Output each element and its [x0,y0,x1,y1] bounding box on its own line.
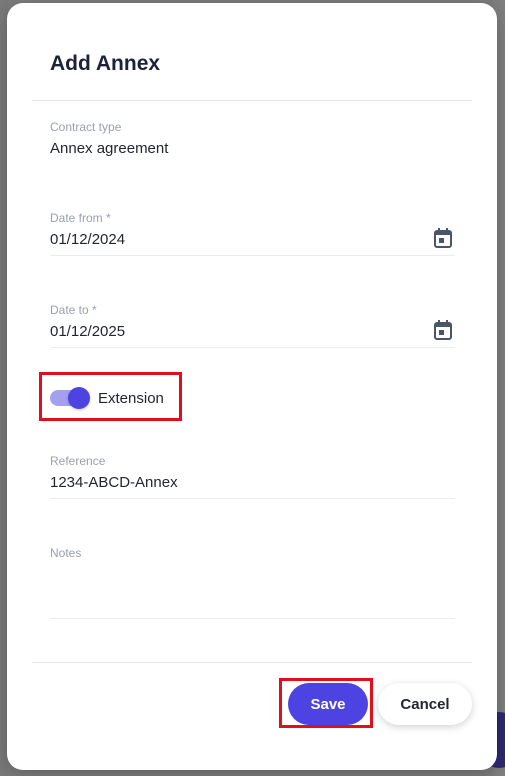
date-to-label: Date to * [50,303,97,317]
contract-type-label: Contract type [50,120,122,134]
date-to-field[interactable]: Date to * 01/12/2025 [50,303,455,348]
date-to-input[interactable]: 01/12/2025 [50,323,455,348]
footer-divider [32,662,472,663]
dialog-title: Add Annex [50,52,161,75]
notes-label: Notes [50,546,82,560]
calendar-icon[interactable] [434,320,452,340]
contract-type-value: Annex agreement [50,140,169,157]
date-from-label: Date from * [50,211,111,225]
notes-input[interactable] [50,566,455,619]
extension-toggle[interactable]: Extension [50,385,164,411]
add-annex-dialog: Add Annex Contract type Annex agreement … [7,3,497,770]
reference-label: Reference [50,454,106,468]
cancel-button[interactable]: Cancel [378,683,472,725]
contract-type-field: Contract type Annex agreement [50,120,455,164]
extension-toggle-thumb[interactable] [68,387,90,409]
extension-toggle-track[interactable] [50,387,90,409]
reference-field[interactable]: Reference 1234-ABCD-Annex [50,454,455,499]
extension-label: Extension [98,389,164,407]
save-button[interactable]: Save [288,683,368,725]
reference-input[interactable]: 1234-ABCD-Annex [50,474,455,499]
date-from-input[interactable]: 01/12/2024 [50,231,455,256]
calendar-icon[interactable] [434,228,452,248]
notes-field[interactable]: Notes [50,546,455,619]
header-divider [32,100,472,101]
date-from-field[interactable]: Date from * 01/12/2024 [50,211,455,256]
